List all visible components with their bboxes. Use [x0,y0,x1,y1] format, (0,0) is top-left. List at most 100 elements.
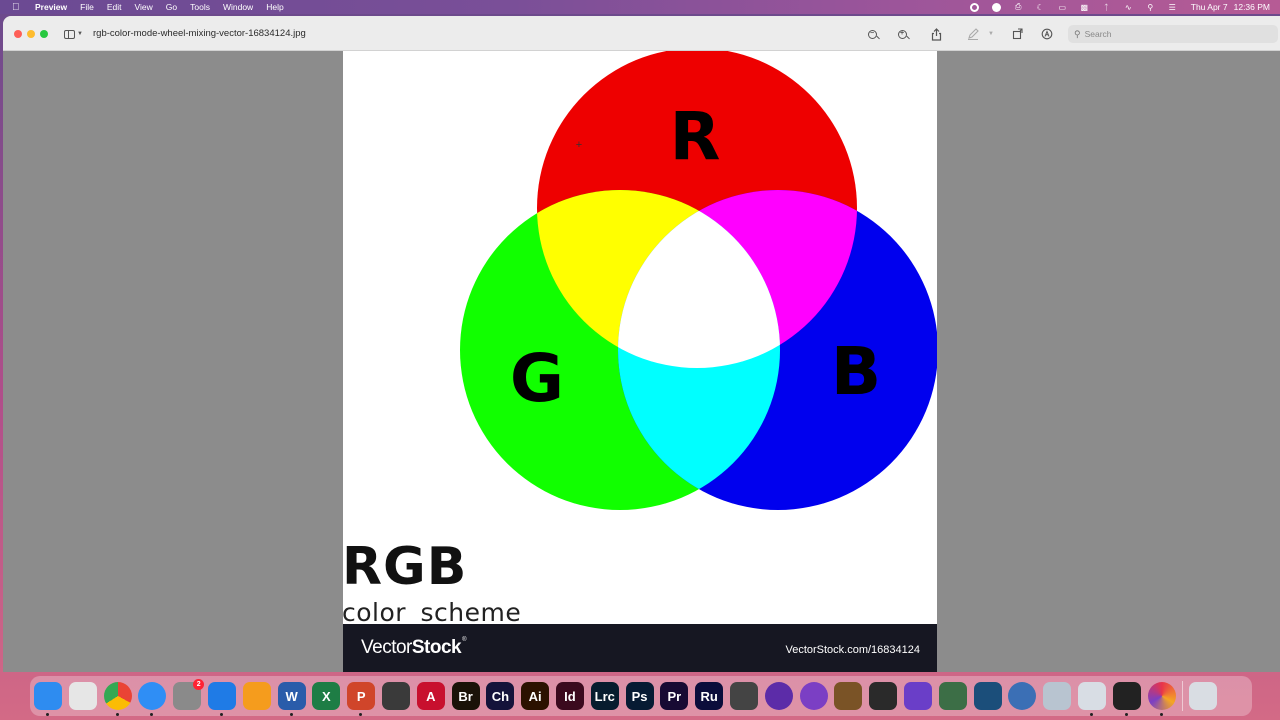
dock-imovie-icon[interactable] [903,682,932,710]
account-icon[interactable] [990,2,1003,12]
running-indicator [46,713,49,716]
vectorstock-url: VectorStock.com/16834124 [785,644,920,656]
chevron-down-icon: ▼ [77,31,83,37]
menu-file[interactable]: File [80,2,94,12]
annotate-circle-icon [1041,28,1053,40]
apple-menu-icon[interactable]:  [12,2,24,13]
dock-preview-icon[interactable] [1043,682,1072,710]
dock-acrobat-icon[interactable]: A [416,682,445,710]
printer-icon[interactable]: ⎙ [1012,2,1025,12]
dock-lightroom-classic-icon[interactable]: Lrc [590,682,619,710]
search-input[interactable] [1084,29,1265,39]
dock-character-animator-icon[interactable]: Ch [486,682,515,710]
annotate-button[interactable] [1039,27,1055,41]
rgb-venn-diagram: R G B [460,51,937,510]
dock-safari-icon[interactable] [138,682,167,716]
menu-clock[interactable]: Thu Apr 7 12:36 PM [1191,2,1270,12]
menu-tools[interactable]: Tools [190,2,210,12]
screen-record-icon[interactable] [968,2,981,12]
sidebar-toggle-button[interactable]: ▼ [64,27,84,41]
dock-illustrator-icon[interactable]: Ai [521,682,550,710]
dock-icon-label: P [356,688,366,704]
zoom-in-button[interactable]: + [894,27,910,41]
running-indicator [219,713,223,716]
display-icon[interactable]: ▭ [1056,2,1069,12]
dock-affinity-icon[interactable] [938,682,967,710]
running-indicator [289,713,293,716]
vectorstock-logo: VectorStock® [361,637,467,659]
dock-powerpoint-icon[interactable]: P [347,682,376,716]
menu-view[interactable]: View [135,2,153,12]
dock-garageband-icon[interactable] [834,682,863,710]
running-indicator [115,713,119,716]
dock-icon-label: W [285,688,298,704]
clock-day: Thu Apr 7 [1190,2,1228,12]
dock-creative-cloud-icon[interactable] [1147,682,1176,716]
dock-photoshop-icon[interactable]: Ps [625,682,654,710]
dock-keynote-icon[interactable] [207,682,236,716]
notification-badge: 2 [193,679,205,690]
search-field[interactable]: ⚲ [1068,25,1278,43]
battery-icon[interactable]: ▩ [1078,2,1091,12]
dock-icon-label: Ps [631,688,648,704]
dock-quicktime-icon[interactable] [1008,682,1037,710]
bluetooth-icon[interactable]: ᛏ [1100,2,1113,12]
dock-logic-icon[interactable] [799,682,828,710]
dock-indesign-icon[interactable]: Id [555,682,584,710]
dock-rush-icon[interactable]: Ru [695,682,724,710]
dock-davinci-icon[interactable] [381,682,410,710]
dock-premiere-icon[interactable]: Pr [660,682,689,710]
focus-moon-icon[interactable]: ☾ [1034,2,1047,12]
dock-threads-icon[interactable] [1112,682,1141,716]
brand-bold: Stock [411,637,462,658]
running-indicator [150,713,154,716]
share-icon [931,27,941,41]
zoom-out-icon: − [867,29,877,39]
menu-app-name[interactable]: Preview [35,2,67,12]
control-center-icon[interactable]: ☰ [1166,2,1179,12]
dock-finder-icon[interactable] [34,682,62,716]
dock-launchpad-icon[interactable] [68,682,97,710]
clock-time: 12:36 PM [1233,2,1270,12]
menu-window[interactable]: Window [223,2,253,12]
vectorstock-footer: VectorStock® VectorStock.com/16834124 [343,624,937,672]
zoom-in-icon: + [897,29,907,39]
markup-button[interactable] [965,27,981,41]
window-close-button[interactable] [14,30,22,38]
rgb-heading: RGB [343,537,468,597]
preview-window: ▼ rgb-color-mode-wheel-mixing-vector-168… [3,16,1280,672]
menu-help[interactable]: Help [266,2,283,12]
running-indicator [1159,713,1163,716]
color-scheme-subheading: color scheme [343,598,522,627]
dock-sketchup-icon[interactable] [973,682,1002,710]
dock-pages-icon[interactable] [242,682,271,710]
dock-chrome-icon[interactable] [103,682,132,716]
dock-motion-icon[interactable] [764,682,793,710]
dock-trash-icon[interactable] [1189,682,1218,710]
menu-edit[interactable]: Edit [107,2,122,12]
zoom-out-button[interactable]: − [864,27,880,41]
window-minimize-button[interactable] [27,30,35,38]
spotlight-search-icon[interactable]: ⚲ [1144,2,1157,12]
dock-icon-label: Ru [700,688,718,704]
dock-word-icon[interactable]: W [277,682,306,716]
window-fullscreen-button[interactable] [40,30,48,38]
dock-screen-capture-icon[interactable] [1077,682,1106,716]
markup-menu-chevron-icon[interactable]: ▼ [987,27,995,41]
wifi-icon[interactable]: ∿ [1122,2,1135,12]
dock-compressor-icon[interactable] [729,682,758,710]
share-button[interactable] [928,27,944,41]
dock-system-preferences-icon[interactable]: 2 [173,679,205,710]
sidebar-icon [64,29,75,39]
running-indicator [1124,713,1128,716]
rotate-button[interactable] [1010,27,1026,41]
dock-bridge-icon[interactable]: Br [451,682,480,710]
dock-final-cut-icon[interactable] [869,682,898,710]
dock-icon-label: A [426,688,436,704]
menu-go[interactable]: Go [166,2,177,12]
dock-separator [1182,681,1184,711]
brand-light: Vector [361,637,412,658]
document-image: R G B + RGB color scheme VectorStock® Ve… [343,51,937,672]
dock-excel-icon[interactable]: X [312,682,341,710]
menu-bar:  Preview File Edit View Go Tools Window… [0,0,1280,14]
